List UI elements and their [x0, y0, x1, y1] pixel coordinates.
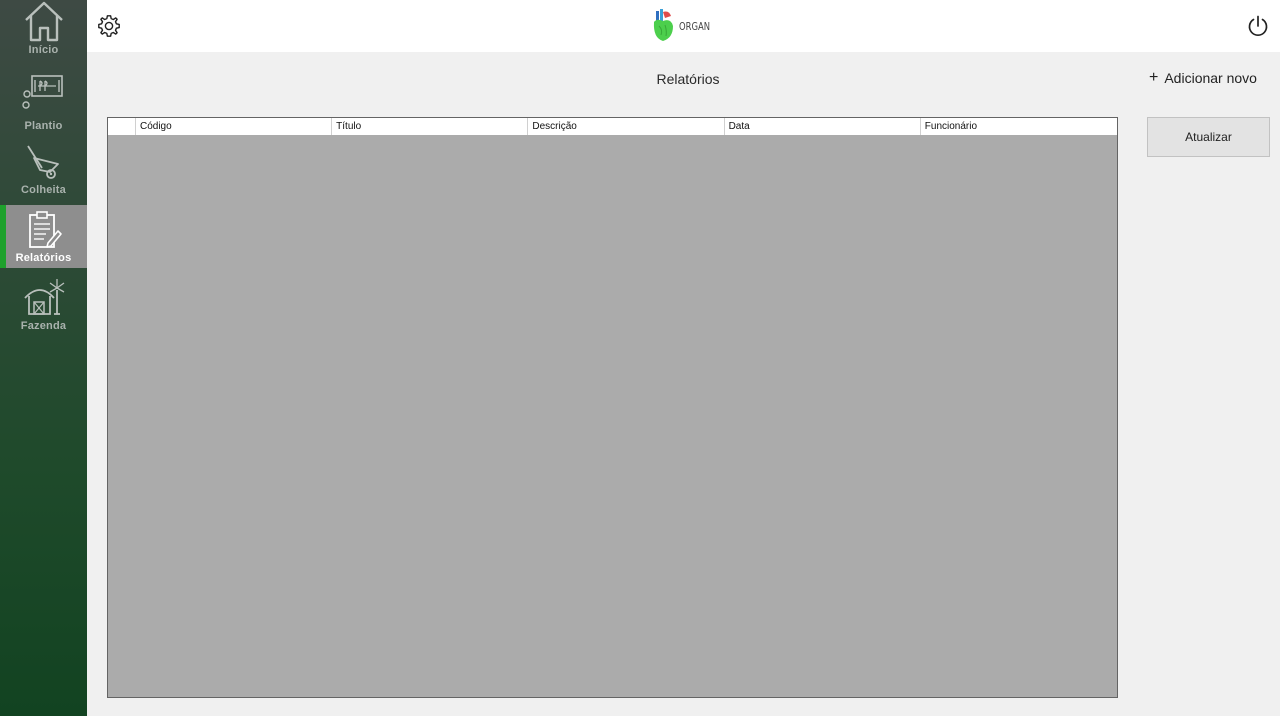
planting-icon — [21, 75, 63, 109]
column-header-funcionario[interactable]: Funcionário — [921, 118, 1117, 135]
sidebar-item-plantio[interactable]: Plantio — [0, 72, 87, 136]
column-header-codigo[interactable]: Código — [136, 118, 333, 135]
column-header-descricao[interactable]: Descrição — [528, 118, 725, 135]
add-new-label: Adicionar novo — [1164, 70, 1257, 86]
home-icon — [24, 1, 63, 42]
wheelbarrow-icon — [26, 145, 59, 179]
sidebar-item-colheita[interactable]: Colheita — [0, 142, 87, 202]
sidebar-item-label: Fazenda — [20, 320, 67, 332]
add-new-button[interactable]: + Adicionar novo — [1149, 69, 1257, 87]
gear-icon[interactable] — [97, 14, 121, 38]
farm-barn-icon — [23, 279, 64, 315]
organ-logo-icon — [653, 9, 673, 41]
sidebar-item-label: Plantio — [24, 120, 63, 132]
plus-icon: + — [1149, 69, 1159, 86]
row-header-corner[interactable] — [108, 118, 136, 135]
app-logo: ORGAN — [651, 8, 716, 44]
sidebar-item-fazenda[interactable]: Fazenda — [0, 276, 87, 338]
reports-table[interactable]: Código Título Descrição Data Funcionário — [107, 117, 1118, 698]
top-bar: ORGAN — [87, 0, 1280, 52]
sidebar-item-inicio[interactable]: Início — [0, 0, 87, 66]
sidebar-item-label: Relatórios — [15, 252, 72, 264]
logo-text: ORGAN — [679, 19, 711, 33]
column-header-data[interactable]: Data — [725, 118, 921, 135]
power-icon[interactable] — [1246, 14, 1270, 38]
table-header: Código Título Descrição Data Funcionário — [108, 118, 1117, 135]
refresh-button[interactable]: Atualizar — [1147, 117, 1270, 157]
column-header-titulo[interactable]: Título — [332, 118, 529, 135]
sidebar-item-label: Início — [28, 44, 59, 56]
sidebar-item-relatorios[interactable]: Relatórios — [0, 205, 87, 268]
report-clipboard-icon — [28, 211, 62, 248]
page-title: Relatórios — [656, 71, 720, 87]
sidebar-item-label: Colheita — [21, 184, 66, 196]
sidebar: Início Plantio Colheita Relatórios Fazen… — [0, 0, 87, 716]
